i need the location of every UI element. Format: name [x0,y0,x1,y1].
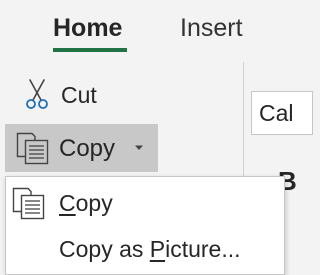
cut-button[interactable]: Cut [16,74,108,114]
menu-item-copy-as-picture-accel: P [149,236,166,262]
menu-item-copy-accel: C [59,190,76,216]
menu-item-copy-as-picture-rest: icture... [165,236,241,262]
menu-item-copy[interactable]: Copy [6,181,284,227]
copy-icon [12,187,46,220]
cut-label: Cut [61,82,97,108]
scissors-icon [26,78,48,110]
menu-item-copy-rest: opy [75,190,113,216]
group-divider [243,62,244,178]
menu-item-copy-as-picture[interactable]: Copy as Picture... [6,227,284,273]
tab-insert[interactable]: Insert [180,12,243,44]
copy-split-button[interactable]: Copy [5,124,158,172]
copy-icon [16,132,50,165]
font-name-combobox[interactable]: Cal [251,91,313,135]
copy-button[interactable]: Copy [5,124,121,172]
font-name-value: Cal [259,100,294,126]
chevron-down-icon [135,145,143,150]
copy-dropdown-menu: Copy Copy as Picture... [5,176,285,275]
tab-home[interactable]: Home [53,12,122,44]
active-tab-indicator [53,48,127,52]
menu-item-copy-as-picture-prefix: Copy as [59,236,150,262]
menu-item-copy-as-picture-label: Copy as Picture... [59,234,241,264]
copy-dropdown-toggle[interactable] [121,124,158,172]
copy-label: Copy [59,135,116,162]
menu-item-copy-label: Copy [59,188,113,218]
